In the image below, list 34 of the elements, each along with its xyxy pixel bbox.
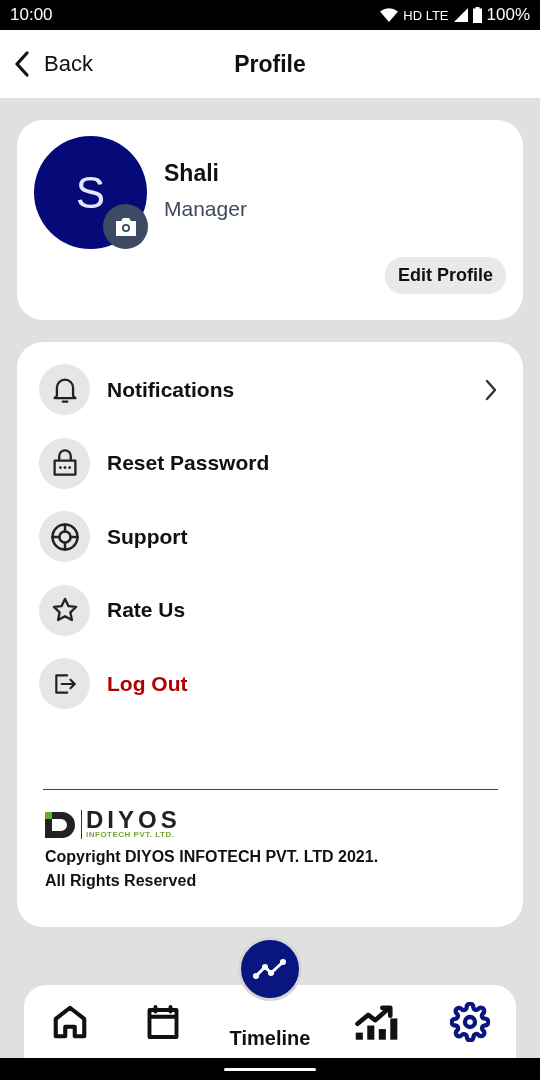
menu-label: Notifications	[107, 377, 236, 402]
settings-icon	[449, 1001, 490, 1042]
menu-label: Log Out	[107, 671, 189, 696]
menu-item[interactable]: Support	[39, 511, 497, 562]
rights-text: All Rights Reserved	[45, 871, 198, 891]
edit-profile-button[interactable]: Edit Profile	[385, 257, 506, 294]
back-chevron-icon	[14, 51, 30, 77]
lifebuoy-icon	[49, 521, 80, 552]
signal-icon	[453, 8, 468, 22]
user-role: Manager	[164, 197, 247, 221]
copyright-text: Copyright DIYOS INFOTECH PVT. LTD 2021.	[45, 847, 380, 867]
logo-mark-icon	[45, 811, 77, 838]
menu-label: Rate Us	[107, 598, 187, 622]
timeline-label: Timeline	[229, 1027, 311, 1050]
line-chart-icon	[251, 957, 288, 981]
menu-label: Reset Password	[107, 451, 271, 475]
logo-name: DIYOS	[86, 810, 181, 830]
back-button[interactable]: Back	[14, 51, 93, 77]
lock-icon	[50, 448, 79, 478]
page-title: Profile	[234, 50, 306, 78]
menu-item[interactable]: Log Out	[39, 658, 497, 709]
star-icon	[50, 596, 79, 624]
menu-item[interactable]: Rate Us	[39, 584, 497, 636]
camera-icon	[113, 216, 138, 237]
logo-tagline: INFOTECH PVT. LTD.	[86, 830, 176, 839]
status-time: 10:00	[10, 5, 53, 25]
menu-item[interactable]: Reset Password	[39, 437, 497, 489]
user-name: Shali	[164, 160, 220, 187]
wifi-icon	[380, 8, 399, 22]
battery-percent: 100%	[486, 5, 530, 25]
battery-icon	[472, 7, 482, 23]
menu-label: Support	[107, 524, 189, 549]
menu-item[interactable]: Notifications	[39, 364, 497, 415]
network-type: HD LTE	[403, 7, 449, 23]
